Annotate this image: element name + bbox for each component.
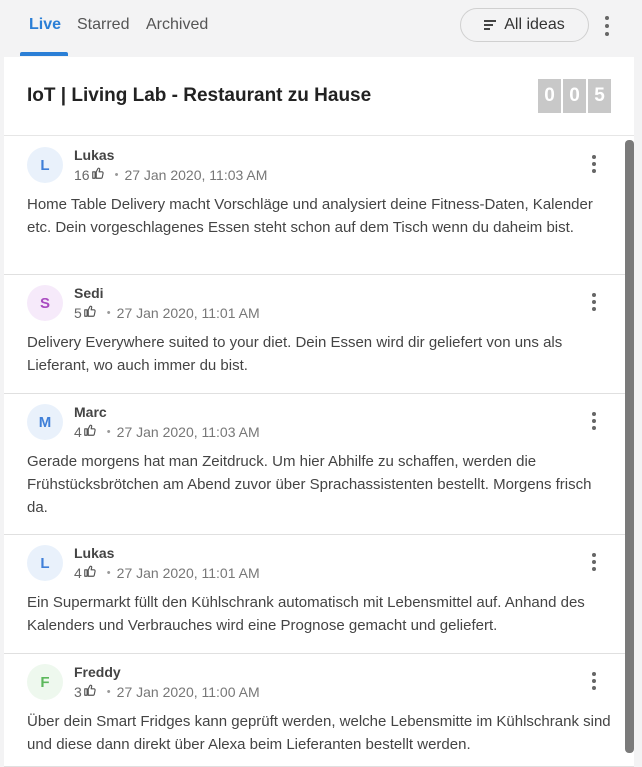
idea-meta: 16 • 27 Jan 2020, 11:03 AM bbox=[74, 166, 267, 183]
author-name: Marc bbox=[74, 404, 107, 420]
all-ideas-filter-button[interactable]: All ideas bbox=[460, 8, 589, 42]
idea-meta: 5 • 27 Jan 2020, 11:01 AM bbox=[74, 304, 260, 321]
top-bar: Live Starred Archived All ideas bbox=[0, 0, 642, 56]
thumbs-up-icon[interactable] bbox=[83, 304, 97, 321]
separator-dot: • bbox=[106, 425, 111, 438]
board-title: IoT | Living Lab - Restaurant zu Hause bbox=[27, 85, 372, 106]
timestamp: 27 Jan 2020, 11:03 AM bbox=[116, 423, 260, 440]
like-count: 4 bbox=[74, 564, 82, 581]
separator-dot: • bbox=[106, 685, 111, 698]
tab-archived[interactable]: Archived bbox=[146, 16, 208, 34]
idea-board-card: IoT | Living Lab - Restaurant zu Hause 0… bbox=[4, 57, 634, 767]
idea-item[interactable]: F Freddy 3 • 27 Jan 2020, 11:00 AM Über dein … bbox=[4, 654, 634, 767]
idea-item[interactable]: M Marc 4 • 27 Jan 2020, 11:03 AM Gerade morge… bbox=[4, 394, 634, 535]
author-name: Sedi bbox=[74, 285, 104, 301]
scrollbar[interactable] bbox=[625, 140, 634, 753]
counter-digit: 0 bbox=[563, 79, 586, 113]
idea-text: Über dein Smart Fridges kann geprüft wer… bbox=[27, 713, 611, 753]
kebab-menu-icon[interactable] bbox=[600, 16, 614, 36]
avatar: M bbox=[27, 404, 63, 440]
avatar: S bbox=[27, 285, 63, 321]
tab-starred[interactable]: Starred bbox=[77, 16, 129, 34]
author-name: Freddy bbox=[74, 664, 121, 680]
timestamp: 27 Jan 2020, 11:01 AM bbox=[116, 564, 260, 581]
active-tab-indicator bbox=[20, 52, 68, 56]
author-name: Lukas bbox=[74, 147, 115, 163]
kebab-menu-icon[interactable] bbox=[591, 672, 597, 690]
timestamp: 27 Jan 2020, 11:00 AM bbox=[116, 683, 260, 700]
thumbs-up-icon[interactable] bbox=[83, 564, 97, 581]
thumbs-up-icon[interactable] bbox=[83, 423, 97, 440]
idea-meta: 4 • 27 Jan 2020, 11:01 AM bbox=[74, 564, 260, 581]
idea-meta: 3 • 27 Jan 2020, 11:00 AM bbox=[74, 683, 260, 700]
timestamp: 27 Jan 2020, 11:01 AM bbox=[116, 304, 260, 321]
idea-item[interactable]: L Lukas 16 • 27 Jan 2020, 11:03 AM Home Table… bbox=[4, 137, 634, 275]
kebab-menu-icon[interactable] bbox=[591, 412, 597, 430]
like-count: 16 bbox=[74, 166, 90, 183]
avatar: L bbox=[27, 545, 63, 581]
filter-label: All ideas bbox=[504, 16, 565, 33]
idea-text: Delivery Everywhere suited to your diet.… bbox=[27, 334, 563, 374]
separator-dot: • bbox=[114, 168, 119, 181]
idea-counter: 0 0 5 bbox=[538, 79, 611, 113]
idea-text: Home Table Delivery macht Vorschläge und… bbox=[27, 196, 593, 236]
idea-text: Gerade morgens hat man Zeitdruck. Um hie… bbox=[27, 453, 592, 516]
counter-digit: 5 bbox=[588, 79, 611, 113]
idea-item[interactable]: S Sedi 5 • 27 Jan 2020, 11:01 AM Delivery Eve… bbox=[4, 275, 634, 394]
tab-live[interactable]: Live bbox=[29, 16, 61, 34]
separator-dot: • bbox=[106, 306, 111, 319]
idea-text: Ein Supermarkt füllt den Kühlschrank aut… bbox=[27, 594, 585, 634]
avatar: L bbox=[27, 147, 63, 183]
timestamp: 27 Jan 2020, 11:03 AM bbox=[124, 166, 268, 183]
thumbs-up-icon[interactable] bbox=[83, 683, 97, 700]
kebab-menu-icon[interactable] bbox=[591, 293, 597, 311]
thumbs-up-icon[interactable] bbox=[91, 166, 105, 183]
like-count: 3 bbox=[74, 683, 82, 700]
like-count: 5 bbox=[74, 304, 82, 321]
author-name: Lukas bbox=[74, 545, 115, 561]
idea-meta: 4 • 27 Jan 2020, 11:03 AM bbox=[74, 423, 260, 440]
board-header: IoT | Living Lab - Restaurant zu Hause 0… bbox=[4, 57, 634, 136]
filter-lines-icon bbox=[484, 20, 497, 30]
separator-dot: • bbox=[106, 566, 111, 579]
avatar: F bbox=[27, 664, 63, 700]
like-count: 4 bbox=[74, 423, 82, 440]
kebab-menu-icon[interactable] bbox=[591, 553, 597, 571]
idea-item[interactable]: L Lukas 4 • 27 Jan 2020, 11:01 AM Ein Superma… bbox=[4, 535, 634, 654]
kebab-menu-icon[interactable] bbox=[591, 155, 597, 173]
counter-digit: 0 bbox=[538, 79, 561, 113]
